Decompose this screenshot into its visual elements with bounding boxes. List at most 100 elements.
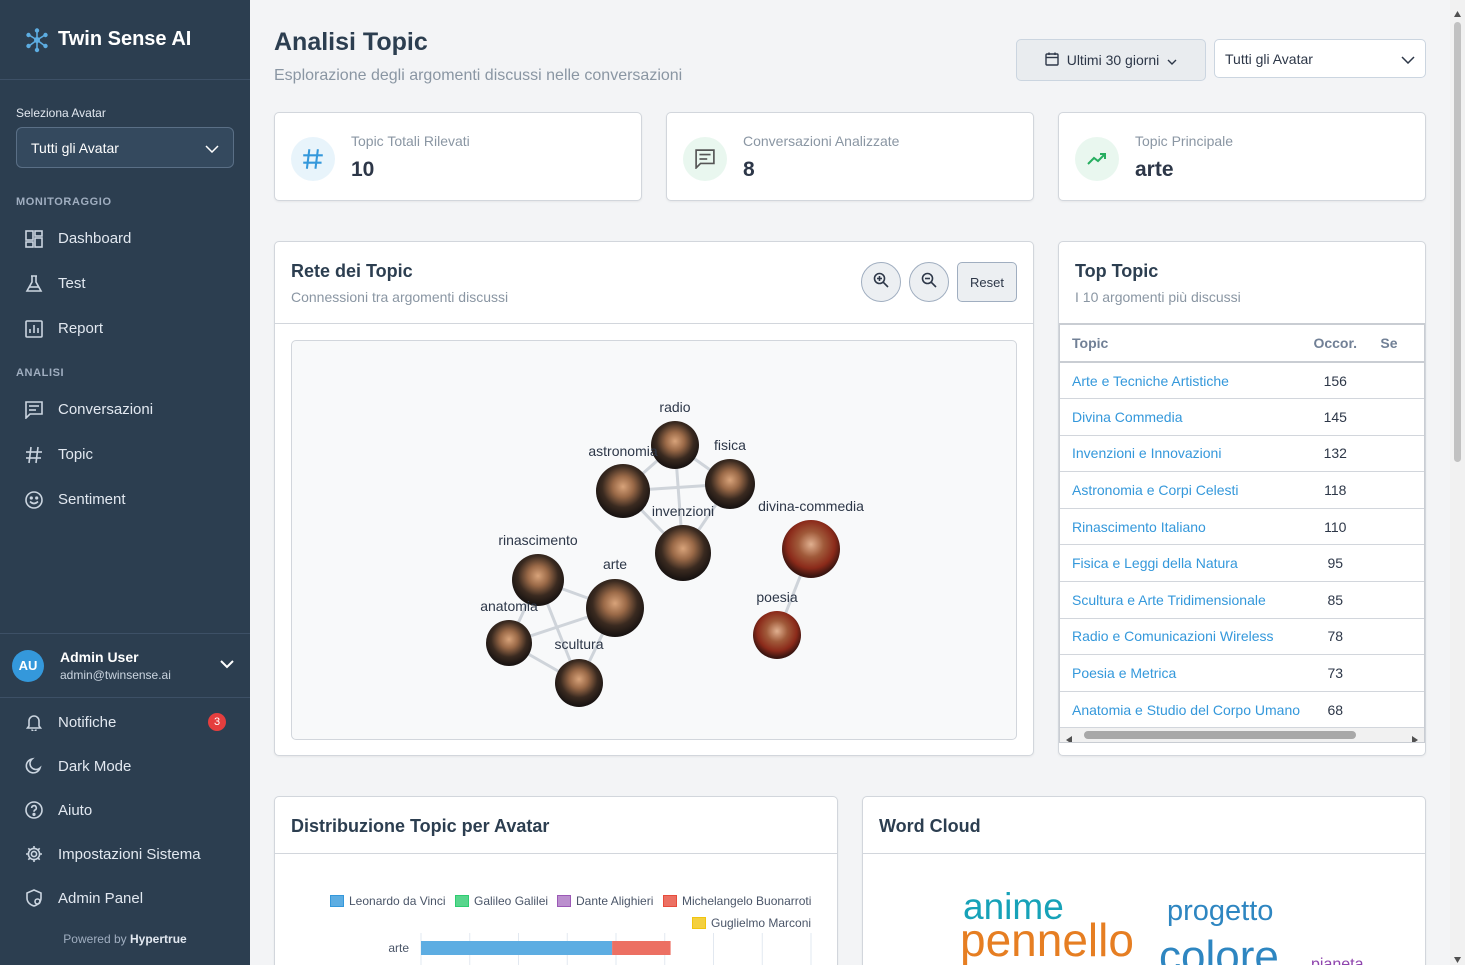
- scroll-up-icon[interactable]: [1454, 4, 1461, 22]
- topic-link[interactable]: Scultura e Arte Tridimensionale: [1060, 581, 1303, 619]
- date-range-button[interactable]: Ultimi 30 giorni: [1016, 39, 1206, 81]
- table-row[interactable]: Invenzioni e Innovazioni 132: [1060, 435, 1424, 473]
- topic-link[interactable]: Rinascimento Italiano: [1060, 508, 1303, 546]
- network-node[interactable]: [586, 579, 644, 637]
- zoom-out-button[interactable]: [909, 262, 949, 302]
- sidebar-item-impostazioni[interactable]: Impostazioni Sistema: [0, 832, 250, 876]
- sidebar-item-label: Aiuto: [58, 801, 93, 819]
- word-cloud-card: Word Cloud anime progetto pennello color…: [862, 796, 1426, 965]
- bell-icon: [24, 712, 44, 732]
- legend-label: Dante Alighieri: [576, 894, 654, 908]
- sidebar-item-notifiche[interactable]: Notifiche 3: [0, 700, 250, 744]
- sidebar-item-conversazioni[interactable]: Conversazioni: [0, 387, 250, 432]
- avatar-filter-value: Tutti gli Avatar: [1225, 50, 1313, 67]
- network-node[interactable]: [596, 464, 650, 518]
- sidebar-item-aiuto[interactable]: Aiuto: [0, 788, 250, 832]
- node-label: anatomia: [480, 598, 538, 614]
- topic-link[interactable]: Invenzioni e Innovazioni: [1060, 435, 1303, 473]
- sidebar-item-report[interactable]: Report: [0, 306, 250, 351]
- topic-link[interactable]: Arte e Tecniche Artistiche: [1060, 362, 1303, 400]
- network-node[interactable]: [705, 459, 755, 509]
- flask-icon: [24, 274, 44, 294]
- scroll-left-icon[interactable]: [1066, 731, 1073, 742]
- legend-item[interactable]: Dante Alighieri: [557, 894, 653, 908]
- network-node[interactable]: [486, 620, 532, 666]
- legend-item[interactable]: Galileo Galilei: [455, 894, 548, 908]
- powered-brand[interactable]: Hypertrue: [130, 932, 187, 946]
- sidebar-item-topic[interactable]: Topic: [0, 432, 250, 477]
- word-cloud-word[interactable]: colore: [1159, 935, 1279, 965]
- table-row[interactable]: Rinascimento Italiano 110: [1060, 508, 1424, 546]
- page-scrollbar[interactable]: [1450, 0, 1465, 965]
- chevron-down-icon: [1167, 52, 1177, 68]
- column-header-topic[interactable]: Topic: [1060, 325, 1303, 363]
- chart-bar[interactable]: [612, 941, 671, 955]
- sidebar-item-dashboard[interactable]: Dashboard: [0, 216, 250, 261]
- card-title: Word Cloud: [879, 816, 981, 836]
- help-icon: [24, 800, 44, 820]
- legend-item[interactable]: Leonardo da Vinci: [330, 894, 446, 908]
- table-row[interactable]: Arte e Tecniche Artistiche 156: [1060, 362, 1424, 400]
- stat-card-conversations: Conversazioni Analizzate 8: [666, 112, 1034, 201]
- topic-link[interactable]: Anatomia e Studio del Corpo Umano: [1060, 691, 1303, 729]
- scroll-down-icon[interactable]: [1454, 950, 1461, 965]
- network-node[interactable]: [753, 611, 801, 659]
- scrollbar-thumb[interactable]: [1084, 731, 1356, 739]
- avatar-filter-select[interactable]: Tutti gli Avatar: [1214, 39, 1426, 78]
- word-cloud-word[interactable]: pennello: [960, 917, 1134, 963]
- table-row[interactable]: Astronomia e Corpi Celesti 118: [1060, 471, 1424, 509]
- network-node[interactable]: [655, 525, 711, 581]
- reset-button[interactable]: Reset: [957, 262, 1017, 302]
- horizontal-scrollbar[interactable]: [1060, 728, 1424, 742]
- sidebar-avatar-select[interactable]: Tutti gli Avatar: [16, 127, 234, 168]
- sidebar-item-dark-mode[interactable]: Dark Mode: [0, 744, 250, 788]
- topic-link[interactable]: Poesia e Metrica: [1060, 654, 1303, 692]
- user-menu[interactable]: AU Admin User admin@twinsense.ai: [0, 633, 250, 698]
- chevron-down-icon[interactable]: [220, 656, 234, 674]
- network-node[interactable]: [782, 520, 840, 578]
- topic-count: 132: [1302, 435, 1369, 473]
- top-topic-table: Topic Occor. Se Arte e Tecniche Artistic…: [1060, 325, 1424, 729]
- table-row[interactable]: Fisica e Leggi della Natura 95: [1060, 544, 1424, 583]
- topic-network-graph[interactable]: radio fisica astronomia invenzioni divin…: [291, 340, 1017, 740]
- table-row[interactable]: Divina Commedia 145: [1060, 398, 1424, 436]
- sidebar-item-label: Conversazioni: [58, 401, 154, 418]
- topic-link[interactable]: Fisica e Leggi della Natura: [1060, 544, 1303, 583]
- card-title: Rete dei Topic: [291, 261, 413, 281]
- topic-count: 73: [1302, 654, 1369, 692]
- zoom-in-button[interactable]: [861, 262, 901, 302]
- network-edges: [486, 421, 840, 707]
- topic-link[interactable]: Astronomia e Corpi Celesti: [1060, 471, 1303, 509]
- brand[interactable]: Twin Sense AI: [0, 0, 250, 80]
- scroll-right-icon[interactable]: [1411, 731, 1418, 742]
- user-email: admin@twinsense.ai: [60, 668, 171, 682]
- topic-link[interactable]: Radio e Comunicazioni Wireless: [1060, 618, 1303, 656]
- stat-label: Topic Principale: [1135, 133, 1234, 149]
- chart-bar[interactable]: [421, 941, 613, 955]
- legend-item[interactable]: Guglielmo Marconi: [692, 916, 811, 930]
- card-title: Top Topic: [1075, 261, 1159, 281]
- word-cloud-word[interactable]: progetto: [1167, 897, 1273, 926]
- legend-item[interactable]: Michelangelo Buonarroti: [663, 894, 811, 908]
- scrollbar-thumb[interactable]: [1454, 22, 1461, 462]
- page-subtitle: Esplorazione degli argomenti discussi ne…: [274, 67, 683, 84]
- column-header-occurrences[interactable]: Occor.: [1302, 325, 1369, 363]
- topic-count: 110: [1302, 508, 1369, 546]
- card-subtitle: Connessioni tra argomenti discussi: [291, 289, 509, 305]
- sidebar-item-label: Dashboard: [58, 230, 132, 247]
- table-row[interactable]: Anatomia e Studio del Corpo Umano 68: [1060, 691, 1424, 729]
- avatar: AU: [12, 649, 44, 682]
- table-row[interactable]: Radio e Comunicazioni Wireless 78: [1060, 618, 1424, 656]
- sidebar-item-sentiment[interactable]: Sentiment: [0, 477, 250, 522]
- sidebar-item-admin-panel[interactable]: Admin Panel: [0, 876, 250, 920]
- table-row[interactable]: Poesia e Metrica 73: [1060, 654, 1424, 692]
- word-cloud-word[interactable]: pianeta: [1311, 957, 1364, 965]
- date-range-value: Ultimi 30 giorni: [1066, 52, 1160, 68]
- network-node[interactable]: [651, 421, 699, 469]
- top-topic-table-scroll[interactable]: Topic Occor. Se Arte e Tecniche Artistic…: [1059, 323, 1425, 743]
- column-header-sentiment[interactable]: Se: [1368, 325, 1424, 363]
- network-node[interactable]: [555, 659, 603, 707]
- sidebar-item-test[interactable]: Test: [0, 261, 250, 306]
- table-row[interactable]: Scultura e Arte Tridimensionale 85: [1060, 581, 1424, 619]
- topic-link[interactable]: Divina Commedia: [1060, 398, 1303, 436]
